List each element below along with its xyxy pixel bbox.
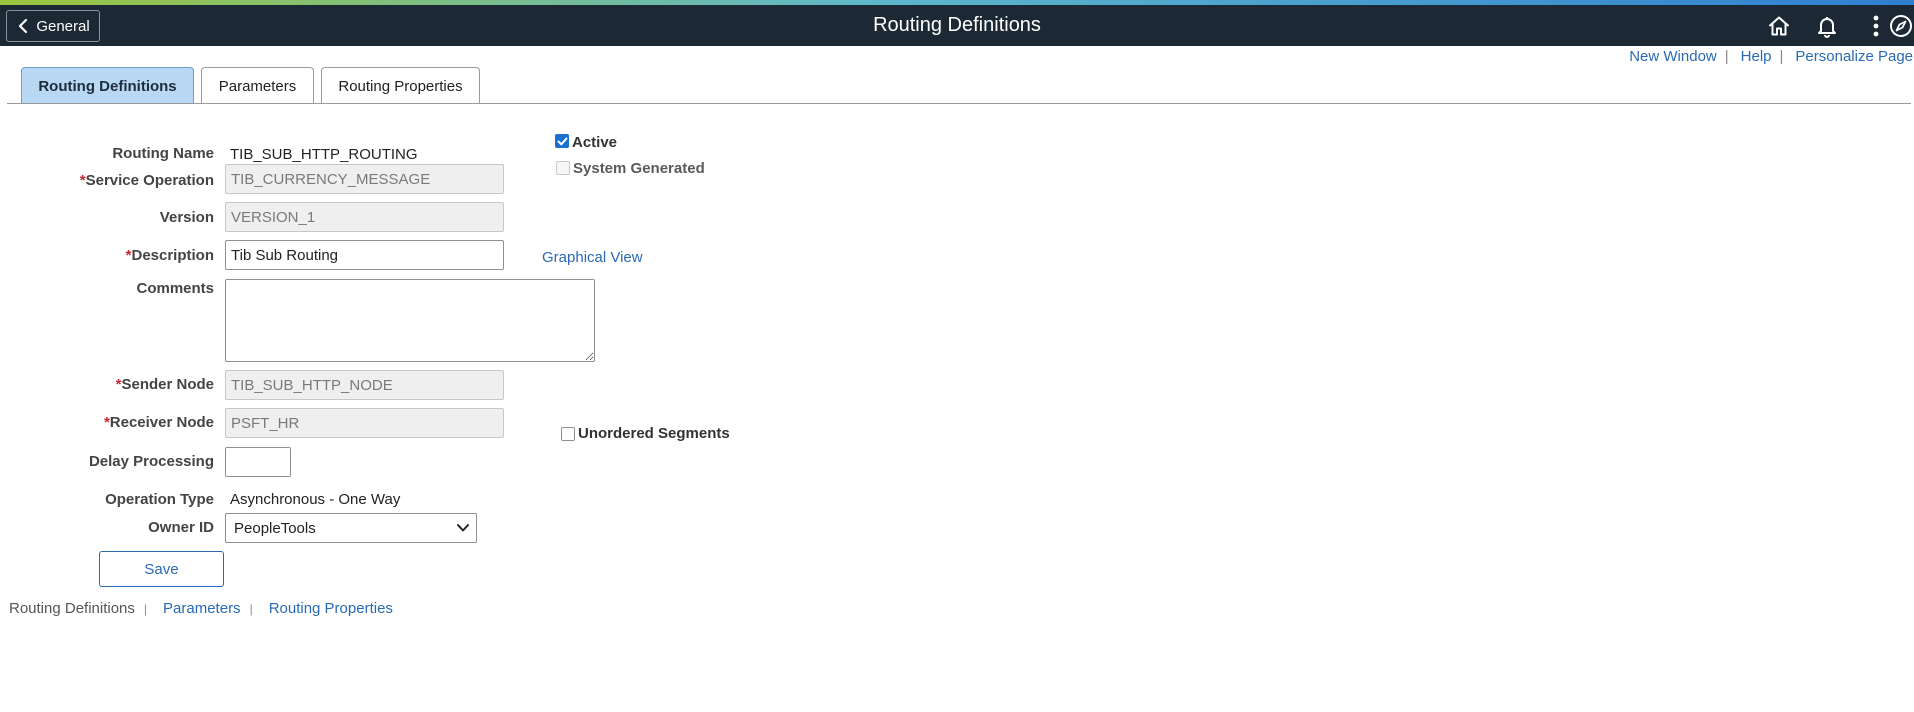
receiver-node-field: PSFT_HR <box>225 408 504 438</box>
sender-node-label: *Sender Node <box>115 376 214 393</box>
graphical-view-link[interactable]: Graphical View <box>542 249 643 266</box>
owner-id-select[interactable]: PeopleTools <box>225 513 477 543</box>
comments-label: Comments <box>136 280 214 297</box>
page-title: Routing Definitions <box>873 14 1041 36</box>
back-button[interactable]: General <box>6 10 100 42</box>
back-button-label: General <box>36 17 90 35</box>
description-label: *Description <box>125 247 214 264</box>
link-separator: | <box>143 601 148 616</box>
header-banner: General Routing Definitions <box>0 5 1914 46</box>
routing-name-value: TIB_SUB_HTTP_ROUTING <box>230 146 418 163</box>
tab-routing-properties[interactable]: Routing Properties <box>321 67 480 104</box>
checkmark-icon <box>557 137 568 146</box>
page-actions-links: New Window | Help | Personalize Page <box>1629 48 1913 65</box>
link-separator: | <box>249 601 253 616</box>
unordered-segments-checkbox[interactable] <box>561 427 575 441</box>
description-input[interactable]: Tib Sub Routing <box>225 240 504 270</box>
new-window-link[interactable]: New Window <box>1629 48 1717 65</box>
help-link[interactable]: Help <box>1741 48 1772 65</box>
chevron-left-icon <box>19 18 28 34</box>
save-button[interactable]: Save <box>99 551 224 587</box>
service-operation-field: TIB_CURRENCY_MESSAGE <box>225 164 504 194</box>
more-actions-icon[interactable] <box>1863 13 1889 39</box>
bottom-link-routing-properties[interactable]: Routing Properties <box>269 600 393 617</box>
active-label: Active <box>572 134 618 151</box>
active-checkbox[interactable] <box>555 134 569 148</box>
version-field: VERSION_1 <box>225 202 504 232</box>
service-operation-label: *Service Operation <box>79 172 214 189</box>
version-label: Version <box>159 209 214 226</box>
owner-id-selected: PeopleTools <box>234 520 316 537</box>
personalize-page-link[interactable]: Personalize Page <box>1795 48 1913 65</box>
operation-type-value: Asynchronous - One Way <box>230 491 401 508</box>
unordered-segments-label: Unordered Segments <box>578 425 730 442</box>
link-separator: | <box>1779 48 1784 65</box>
navbar-icon[interactable] <box>1888 13 1914 39</box>
tab-routing-definitions[interactable]: Routing Definitions <box>21 67 194 104</box>
owner-id-label: Owner ID <box>148 519 214 536</box>
operation-type-label: Operation Type <box>105 491 214 508</box>
tab-parameters[interactable]: Parameters <box>201 67 314 104</box>
chevron-down-icon <box>457 524 469 532</box>
comments-textarea[interactable] <box>225 279 595 362</box>
bottom-link-routing-definitions: Routing Definitions <box>9 600 135 617</box>
routing-name-label: Routing Name <box>112 145 214 162</box>
system-generated-checkbox <box>556 161 570 175</box>
home-icon[interactable] <box>1766 13 1792 39</box>
bottom-tab-links: Routing Definitions | Parameters | Routi… <box>9 600 393 617</box>
delay-processing-label: Delay Processing <box>88 453 214 470</box>
receiver-node-label: *Receiver Node <box>103 414 214 431</box>
system-generated-label: System Generated <box>573 160 705 177</box>
delay-processing-input[interactable] <box>225 447 291 477</box>
bottom-link-parameters[interactable]: Parameters <box>163 600 241 617</box>
sender-node-field: TIB_SUB_HTTP_NODE <box>225 370 504 400</box>
link-separator: | <box>1724 48 1729 65</box>
bell-icon[interactable] <box>1814 13 1840 39</box>
tab-divider <box>7 103 1911 104</box>
